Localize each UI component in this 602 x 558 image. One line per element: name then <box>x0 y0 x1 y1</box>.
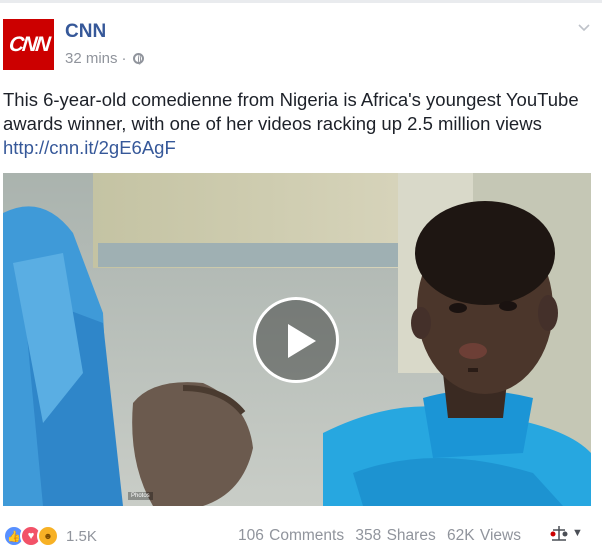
top-divider <box>0 0 602 3</box>
post-link[interactable]: http://cnn.it/2gE6AgF <box>3 137 176 158</box>
comments-link[interactable]: 106 Comments <box>238 527 344 544</box>
post-footer: 👍 ♥ ☻ 1.5K 106 Comments 358 Shares 62K V… <box>0 520 602 550</box>
haha-icon: ☻ <box>37 525 59 547</box>
video-player[interactable]: Photos <box>3 173 591 506</box>
engagement-stats: 106 Comments 358 Shares 62K Views <box>238 527 527 545</box>
post-as-selector[interactable]: ▼ <box>548 524 583 542</box>
post-text: This 6-year-old comedienne from Nigeria … <box>3 88 593 160</box>
post-meta: 32 mins · <box>65 50 144 67</box>
meta-separator: · <box>121 50 127 67</box>
shares-link[interactable]: 358 Shares <box>355 527 435 544</box>
globe-icon <box>132 53 144 65</box>
views-count: 62K Views <box>447 527 521 544</box>
chevron-down-icon[interactable] <box>578 22 590 34</box>
reactions-count: 1.5K <box>66 527 97 545</box>
page-identity-icon <box>550 526 568 541</box>
post-body: This 6-year-old comedienne from Nigeria … <box>3 89 579 134</box>
video-watermark: Photos <box>128 492 153 500</box>
timestamp[interactable]: 32 mins <box>65 50 118 67</box>
play-button[interactable] <box>253 297 339 383</box>
page-name-link[interactable]: CNN <box>65 21 106 43</box>
cnn-logo: CNN <box>7 32 50 56</box>
chevron-down-icon: ▼ <box>572 527 583 539</box>
reactions-summary[interactable]: 👍 ♥ ☻ 1.5K <box>3 525 97 547</box>
page-avatar[interactable]: CNN <box>3 19 54 70</box>
